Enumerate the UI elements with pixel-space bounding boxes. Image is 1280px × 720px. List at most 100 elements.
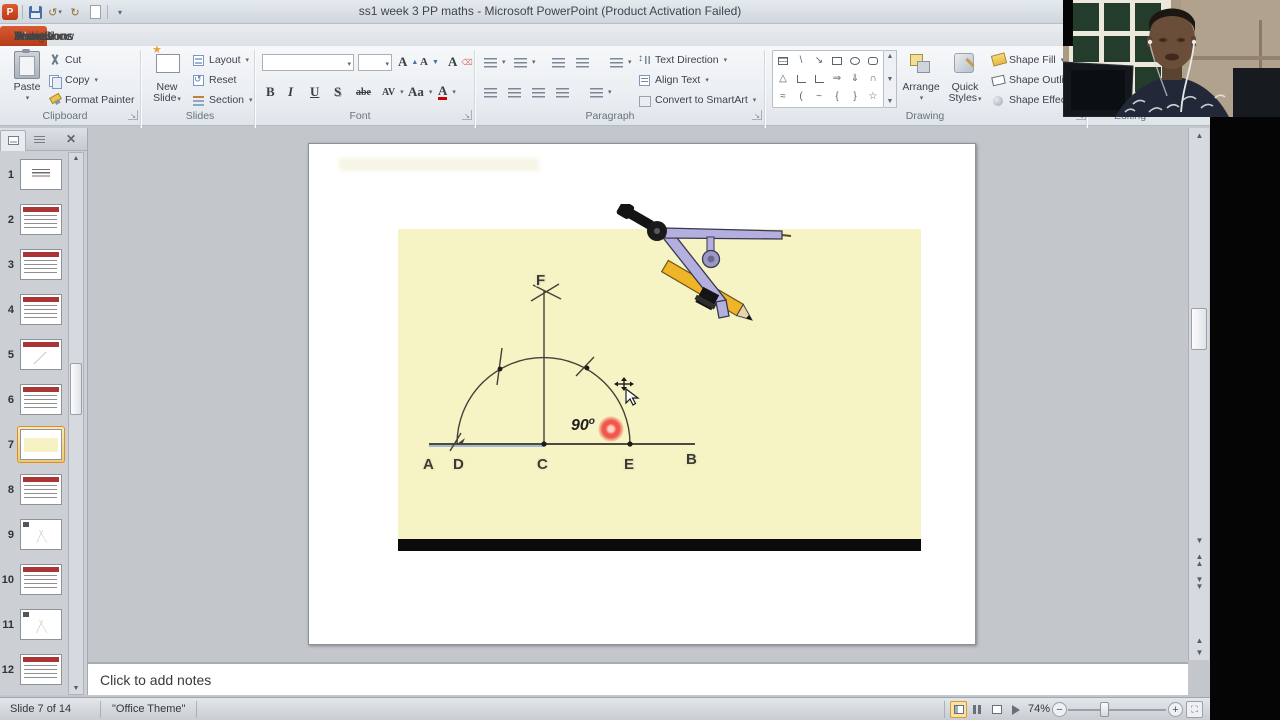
section-button[interactable]: Section ▾ xyxy=(192,92,253,108)
slide-thumbnail-row[interactable]: 2 xyxy=(0,197,68,242)
slide-thumbnail[interactable] xyxy=(20,564,62,595)
shadow-button[interactable]: S xyxy=(334,84,341,100)
align-right-button[interactable] xyxy=(532,84,545,100)
clear-formatting-button[interactable]: A ⌫ xyxy=(448,54,473,70)
slide-thumbnail-row[interactable]: 7 xyxy=(0,422,68,467)
next-slide-button[interactable]: ▼ ▼ xyxy=(1189,576,1210,591)
tab-slides[interactable] xyxy=(0,129,26,151)
vertical-scrollbar[interactable]: ▲ ▼ ▲ ▲ ▼ ▼ ▲ ▼ xyxy=(1188,128,1209,660)
shape-textbox-icon[interactable] xyxy=(778,57,788,65)
slide-thumbnail[interactable] xyxy=(20,429,62,460)
layout-button[interactable]: Layout ▾ xyxy=(192,52,249,68)
slide-thumbnail[interactable] xyxy=(20,474,62,505)
align-left-button[interactable] xyxy=(484,84,497,100)
notes-scroll-down-icon[interactable]: ▼ xyxy=(1189,648,1210,657)
character-spacing-button[interactable]: AV ▾ xyxy=(382,84,404,100)
zoom-level[interactable]: 74% xyxy=(1028,703,1050,715)
ribbon-tab[interactable]: View xyxy=(0,25,54,46)
shape-elbow-arrow-icon[interactable] xyxy=(814,75,824,83)
slide-thumbnail[interactable] xyxy=(20,519,62,550)
bullets-button[interactable]: ▾ xyxy=(484,54,506,70)
previous-slide-button[interactable]: ▲ ▲ xyxy=(1189,553,1210,568)
italic-button[interactable]: I xyxy=(288,84,293,100)
shape-elbow-connector-icon[interactable] xyxy=(796,75,806,83)
zoom-slider-thumb[interactable] xyxy=(1100,702,1109,717)
decrease-indent-button[interactable] xyxy=(552,54,565,70)
zoom-in-button[interactable]: + xyxy=(1168,702,1183,717)
shape-arc-icon[interactable]: ( xyxy=(799,92,802,102)
shape-rounded-rectangle-icon[interactable] xyxy=(868,57,878,65)
paste-button[interactable]: Paste ▾ xyxy=(6,48,48,110)
slide-canvas[interactable]: A D C E B F 90o xyxy=(308,143,976,645)
underline-button[interactable]: U xyxy=(310,84,319,100)
gallery-down-icon[interactable]: ▼ xyxy=(887,76,894,83)
slide-thumbnail-row[interactable]: 8 xyxy=(0,467,68,512)
align-text-button[interactable]: Align Text ▾ xyxy=(638,72,709,88)
shapes-gallery[interactable]: \ ↘ △ ⇒ ⇓ ∩ ≈ ( ~ { } ☆ xyxy=(772,50,884,108)
notes-placeholder[interactable]: Click to add notes xyxy=(100,672,211,688)
columns-button[interactable]: ▾ xyxy=(590,84,612,100)
gallery-more-icon[interactable]: ▼ xyxy=(887,98,894,105)
panel-scroll-up-icon[interactable]: ▲ xyxy=(70,155,82,162)
notes-scroll-up-icon[interactable]: ▲ xyxy=(1189,636,1210,645)
powerpoint-logo-icon[interactable]: P xyxy=(2,4,18,20)
compass-clipart[interactable] xyxy=(612,204,802,329)
slide-thumbnail[interactable] xyxy=(20,609,62,640)
shape-oval-icon[interactable] xyxy=(850,57,860,65)
slide-thumbnail-row[interactable]: 5 xyxy=(0,332,68,377)
slide-thumbnail[interactable] xyxy=(20,249,62,280)
notes-panel[interactable]: Click to add notes xyxy=(88,662,1188,695)
cut-button[interactable]: Cut xyxy=(48,52,81,68)
slide-thumbnail[interactable] xyxy=(20,204,62,235)
arrange-button[interactable]: Arrange ▾ xyxy=(900,48,942,110)
panel-scroll-thumb[interactable] xyxy=(70,363,82,415)
shape-effects-button[interactable]: Shape Effect xyxy=(992,92,1069,108)
zoom-out-button[interactable]: − xyxy=(1052,702,1067,717)
normal-view-button[interactable] xyxy=(950,701,967,718)
convert-smartart-button[interactable]: Convert to SmartArt ▾ xyxy=(638,92,756,108)
slide-thumbnail[interactable] xyxy=(20,294,62,325)
panel-scrollbar[interactable]: ▲ ▼ xyxy=(68,152,84,695)
shape-line-icon[interactable]: \ xyxy=(800,56,803,66)
scroll-thumb[interactable] xyxy=(1191,308,1207,350)
line-spacing-button[interactable]: ▾ xyxy=(610,54,632,70)
copy-button[interactable]: Copy ▾ xyxy=(48,72,98,89)
align-center-button[interactable] xyxy=(508,84,521,100)
slide-thumbnail-row[interactable]: 4 xyxy=(0,287,68,332)
save-icon[interactable] xyxy=(27,4,43,20)
change-case-button[interactable]: Aa ▾ xyxy=(408,84,432,100)
shape-left-brace-icon[interactable]: { xyxy=(835,92,838,102)
paragraph-dialog-launcher[interactable] xyxy=(752,110,762,120)
slide-thumbnail-row[interactable]: 1 xyxy=(0,152,68,197)
customize-qat-dropdown[interactable]: ▾ xyxy=(112,4,128,20)
shape-arrow-icon[interactable]: ↘ xyxy=(815,56,823,66)
slide-counter[interactable]: Slide 7 of 14 xyxy=(10,703,71,715)
new-document-icon[interactable] xyxy=(87,4,103,20)
shape-fill-button[interactable]: Shape Fill▾ xyxy=(992,52,1064,68)
new-slide-button[interactable]: New Slide▾ xyxy=(146,45,188,110)
font-name-combobox[interactable]: ▾ xyxy=(262,54,354,71)
slide-thumbnail[interactable] xyxy=(20,654,62,685)
redo-icon[interactable]: ↻ xyxy=(67,4,83,20)
grow-font-button[interactable]: A ▲ xyxy=(398,54,418,70)
slide-thumbnail-row[interactable]: 3 xyxy=(0,242,68,287)
panel-scroll-down-icon[interactable]: ▼ xyxy=(70,685,82,692)
close-panel-icon[interactable]: ✕ xyxy=(66,132,76,146)
slide-thumbnail[interactable] xyxy=(20,384,62,415)
shape-cloud-icon[interactable]: ∩ xyxy=(869,74,876,84)
text-direction-button[interactable]: Text Direction▾ xyxy=(638,52,727,68)
format-painter-button[interactable]: Format Painter xyxy=(48,92,134,108)
slide-thumbnail-row[interactable]: 11 xyxy=(0,602,68,647)
font-color-button[interactable]: A ▾ xyxy=(438,84,456,100)
slide-thumbnail-row[interactable]: 6 xyxy=(0,377,68,422)
reset-button[interactable]: Reset xyxy=(192,72,236,88)
bold-button[interactable]: B xyxy=(266,84,275,100)
scroll-down-icon[interactable]: ▼ xyxy=(1189,536,1210,545)
shape-right-arrow-icon[interactable]: ⇒ xyxy=(833,74,841,84)
reading-view-button[interactable] xyxy=(988,701,1005,718)
quick-styles-button[interactable]: Quick Styles▾ xyxy=(944,48,986,110)
clipboard-dialog-launcher[interactable] xyxy=(128,110,138,120)
slide-thumbnail-row[interactable]: 9 xyxy=(0,512,68,557)
undo-icon[interactable]: ↺ ▾ xyxy=(47,4,63,20)
fit-to-window-button[interactable]: ⛶ xyxy=(1186,701,1203,718)
